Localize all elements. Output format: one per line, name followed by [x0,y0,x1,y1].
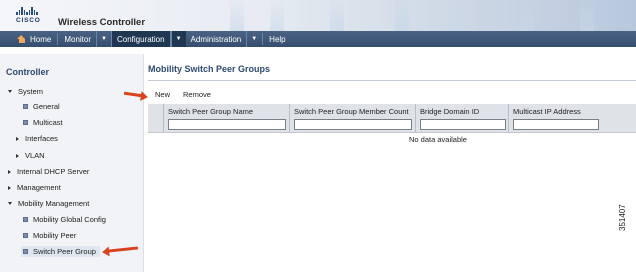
column-header-name[interactable]: Switch Peer Group Name [163,104,289,132]
page-icon [23,104,28,109]
header-banner: CISCO Wireless Controller [0,0,636,31]
expand-right-icon [16,136,19,141]
sidebar-item-internal-dhcp-server[interactable]: Internal DHCP Server [8,167,89,176]
column-header-label: Bridge Domain ID [420,107,480,116]
sidebar-item-mobility-peer[interactable]: Mobility Peer [23,231,76,240]
page-icon [23,217,28,222]
column-header-multicast-ip[interactable]: Multicast IP Address [508,104,636,132]
sidebar-item-label: Mobility Peer [33,231,77,240]
sidebar-item-label: VLAN [25,151,45,160]
sidebar-item-interfaces[interactable]: Interfaces [16,134,58,143]
multicast-ip-filter-input[interactable] [513,119,599,130]
column-header-member-count[interactable]: Switch Peer Group Member Count [289,104,415,132]
page-icon [23,249,28,254]
switch-peer-group-table: Switch Peer Group Name Switch Peer Group… [148,104,636,144]
name-filter-input[interactable] [168,119,286,130]
sidebar-item-system[interactable]: System [8,87,43,96]
toolbar: New Remove [155,90,211,99]
sidebar-item-label: Multicast [33,118,63,127]
nav-home-label: Home [30,34,52,44]
expand-down-icon [8,202,12,205]
sidebar-item-mobility-management[interactable]: Mobility Management [8,199,89,208]
home-icon [17,34,26,44]
expand-right-icon [16,153,19,158]
sidebar: Controller System General Multicast Inte… [0,54,144,272]
table-header: Switch Peer Group Name Switch Peer Group… [148,104,636,133]
sidebar-item-label: Management [17,183,61,192]
sidebar-item-label: General [33,102,60,111]
sidebar-item-label: Mobility Management [18,199,90,208]
main-nav: Home Monitor ▼ Configuration ▼ Administr… [0,31,636,47]
new-button[interactable]: New [155,90,170,99]
page-title: Mobility Switch Peer Groups [148,64,271,74]
sidebar-item-label: Internal DHCP Server [17,167,90,176]
sidebar-item-switch-peer-group[interactable]: Switch Peer Group [21,246,100,257]
sidebar-title: Controller [6,67,50,77]
sidebar-item-label: Mobility Global Config [33,215,106,224]
figure-id: 351407 [618,204,627,231]
banner-decoration [450,0,464,31]
nav-separator [57,33,59,45]
page-icon [23,233,28,238]
nav-configuration[interactable]: Configuration [110,31,171,47]
sidebar-item-label: Switch Peer Group [33,247,96,256]
banner-decoration [395,0,409,31]
cisco-logo-bars [16,6,42,15]
title-divider [148,80,636,81]
column-header-label: Switch Peer Group Member Count [294,107,409,116]
banner-decoration [520,0,534,31]
nav-administration[interactable]: Administration [186,31,247,47]
chevron-down-icon[interactable]: ▼ [170,31,186,47]
select-column-header [148,104,163,132]
banner-decoration [270,0,284,31]
column-header-bridge-domain-id[interactable]: Bridge Domain ID [415,104,508,132]
nav-monitor[interactable]: Monitor [59,31,96,47]
expand-right-icon [8,185,11,190]
remove-button[interactable]: Remove [183,90,211,99]
member-count-filter-input[interactable] [294,119,412,130]
column-header-label: Switch Peer Group Name [168,107,254,116]
banner-decoration [230,0,244,31]
sidebar-item-multicast[interactable]: Multicast [23,118,63,127]
nav-help[interactable]: Help [264,31,290,47]
sidebar-item-label: Interfaces [25,134,58,143]
sidebar-item-management[interactable]: Management [8,183,61,192]
sidebar-item-general[interactable]: General [23,102,60,111]
cisco-logo-text: CISCO [16,17,41,24]
bridge-domain-id-filter-input[interactable] [420,119,506,130]
empty-table-message: No data available [409,135,467,144]
sidebar-item-label: System [18,87,44,96]
page-icon [23,120,28,125]
nav-home[interactable]: Home [12,31,56,47]
expand-right-icon [8,169,11,174]
nav-separator [262,33,264,45]
chevron-down-icon[interactable]: ▼ [246,31,261,47]
chevron-down-icon[interactable]: ▼ [96,31,111,47]
banner-decoration [580,0,594,31]
banner-decoration [330,0,344,31]
sidebar-item-vlan[interactable]: VLAN [16,151,45,160]
column-header-label: Multicast IP Address [513,107,581,116]
sidebar-item-mobility-global-config[interactable]: Mobility Global Config [23,215,106,224]
expand-down-icon [8,90,12,93]
app-title: Wireless Controller [58,17,146,28]
cisco-logo: CISCO [16,6,42,26]
